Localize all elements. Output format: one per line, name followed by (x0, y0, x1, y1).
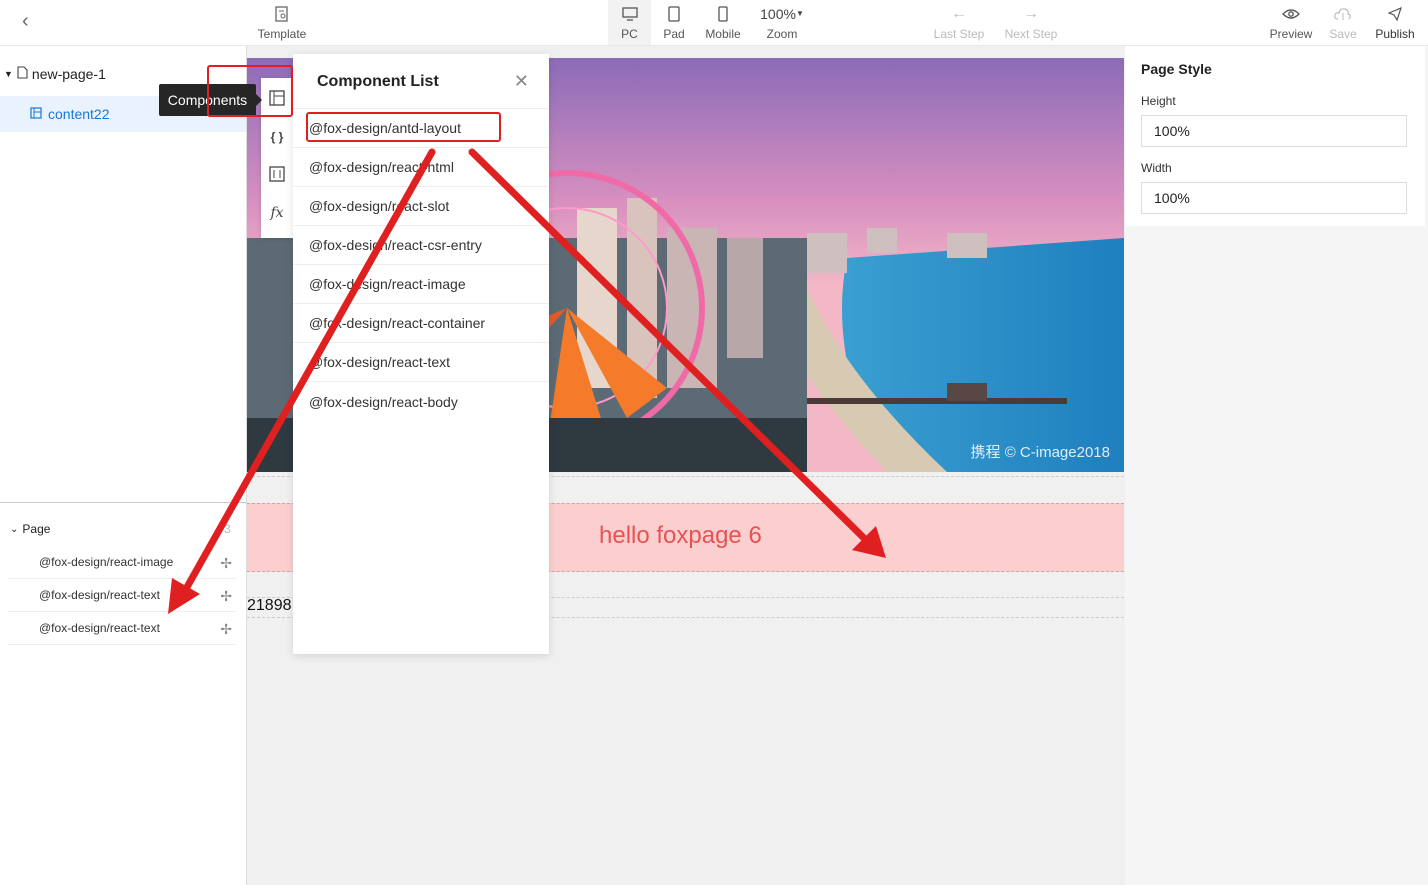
variables-button[interactable]: { } (261, 118, 293, 156)
template-icon (275, 5, 289, 23)
arrow-right-icon: → (1023, 4, 1039, 22)
components-tooltip: Components (159, 84, 262, 116)
component-item[interactable]: @fox-design/react-body (293, 382, 549, 421)
components-icon (269, 89, 285, 109)
component-list-panel: Component List ✕ @fox-design/antd-layout… (293, 54, 549, 654)
save-button[interactable]: Save (1324, 0, 1362, 45)
pad-button[interactable]: Pad (655, 0, 693, 45)
component-item[interactable]: @fox-design/react-container (293, 304, 549, 343)
page-style-panel: Page Style Height 100% Width 100% (1125, 46, 1425, 226)
back-icon[interactable]: ‹ (22, 10, 29, 33)
settings-icon (269, 165, 285, 185)
text-block-number[interactable]: 21898 (247, 597, 292, 615)
cloud-upload-icon (1334, 5, 1352, 23)
desktop-icon (621, 5, 638, 23)
arrow-left-icon: ← (951, 4, 967, 22)
functions-button[interactable]: fx (261, 194, 293, 232)
mobile-button[interactable]: Mobile (700, 0, 746, 45)
layer-page-toggle[interactable]: ⌄ Page (10, 522, 50, 536)
function-icon: fx (270, 205, 284, 221)
caret-down-icon: ▼ (4, 69, 13, 79)
send-icon (1388, 5, 1402, 23)
image-watermark: 携程 © C-image2018 (970, 444, 1110, 461)
layer-item[interactable]: @fox-design/react-text ✢ (8, 612, 236, 645)
tablet-icon (668, 5, 680, 23)
mobile-icon (718, 5, 728, 23)
component-item[interactable]: @fox-design/react-csr-entry (293, 226, 549, 265)
move-icon[interactable]: ✢ (220, 588, 232, 605)
component-item[interactable]: @fox-design/react-html (293, 148, 549, 187)
last-step-button[interactable]: ← Last Step (930, 0, 988, 45)
layer-count: 3 (224, 522, 231, 536)
left-sidebar: ▼ new-page-1 content22 ⌄ Page 3 @fox-des… (0, 46, 247, 885)
move-icon[interactable]: ✢ (220, 555, 232, 572)
close-icon[interactable]: ✕ (514, 71, 529, 92)
zoom-dropdown[interactable]: 100% ▼ Zoom (756, 0, 808, 45)
template-button[interactable]: Template (252, 0, 312, 45)
layer-item[interactable]: @fox-design/react-image ✢ (8, 546, 236, 579)
caret-down-icon: ▼ (795, 9, 804, 18)
layer-item[interactable]: @fox-design/react-text ✢ (8, 579, 236, 612)
component-item[interactable]: @fox-design/react-image (293, 265, 549, 304)
page-style-title: Page Style (1141, 61, 1212, 77)
height-label: Height (1141, 94, 1176, 108)
panel-title: Component List (317, 73, 439, 90)
component-item[interactable]: @fox-design/react-text (293, 343, 549, 382)
component-item[interactable]: @fox-design/antd-layout (293, 109, 549, 148)
pc-button[interactable]: PC (608, 0, 651, 45)
tree-node-page[interactable]: ▼ new-page-1 (4, 66, 106, 82)
layout-icon (30, 106, 42, 122)
hello-text[interactable]: hello foxpage 6 (599, 522, 762, 550)
chevron-down-icon: ⌄ (10, 523, 19, 535)
sidebar-divider (0, 502, 247, 503)
tool-strip: { } fx (261, 78, 293, 238)
next-step-button[interactable]: → Next Step (1000, 0, 1062, 45)
components-button[interactable] (261, 80, 293, 118)
conditions-button[interactable] (261, 156, 293, 194)
top-toolbar: ‹ Template PC Pad Mobile 100% ▼ Zoom ← La… (0, 0, 1428, 46)
file-icon (17, 66, 28, 82)
eye-icon (1282, 5, 1300, 23)
move-icon[interactable]: ✢ (220, 621, 232, 638)
width-input[interactable]: 100% (1141, 182, 1407, 214)
publish-button[interactable]: Publish (1370, 0, 1420, 45)
component-item[interactable]: @fox-design/react-slot (293, 187, 549, 226)
width-label: Width (1141, 161, 1172, 175)
height-input[interactable]: 100% (1141, 115, 1407, 147)
variable-icon: { } (270, 130, 284, 144)
preview-button[interactable]: Preview (1264, 0, 1318, 45)
